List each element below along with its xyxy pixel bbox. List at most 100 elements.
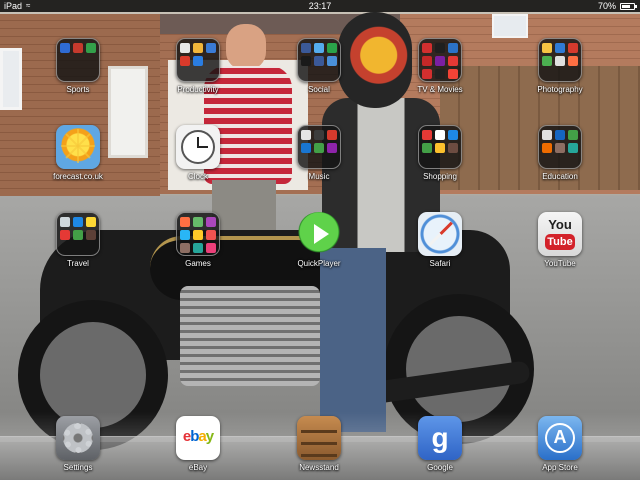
youtube-icon: You Tube: [538, 212, 582, 256]
folder-app-thumbnail: [180, 230, 190, 240]
ebay-logo-letter: y: [205, 428, 214, 445]
folder-productivity[interactable]: Productivity: [153, 38, 243, 118]
folder-travel[interactable]: Travel: [33, 212, 123, 292]
folder-app-thumbnail: [568, 130, 578, 140]
folder-social[interactable]: Social: [274, 38, 364, 118]
app-label: Google: [427, 463, 453, 472]
battery-fill: [622, 5, 630, 8]
folder-app-thumbnail: [60, 230, 70, 240]
folder-sports[interactable]: Sports: [33, 38, 123, 118]
app-label: Clock: [187, 172, 208, 181]
app-label: Photography: [537, 85, 583, 94]
folder-app-thumbnail: [542, 130, 552, 140]
app-quickplayer[interactable]: QuickPlayer: [274, 212, 364, 292]
app-label: eBay: [188, 463, 208, 472]
app-label: QuickPlayer: [297, 259, 341, 268]
folder-app-thumbnail: [568, 43, 578, 53]
folder-app-thumbnail: [327, 130, 337, 140]
education-folder-icon: [538, 125, 582, 169]
folder-app-thumbnail: [180, 43, 190, 53]
folder-app-thumbnail: [568, 56, 578, 66]
folder-app-thumbnail: [73, 43, 83, 53]
photography-folder-icon: [538, 38, 582, 82]
app-label: Productivity: [177, 85, 219, 94]
folder-app-thumbnail: [435, 43, 445, 53]
app-safari[interactable]: Safari: [395, 212, 485, 292]
folder-shopping[interactable]: Shopping: [395, 125, 485, 205]
youtube-logo-tube: Tube: [545, 234, 575, 250]
folder-app-thumbnail: [86, 43, 96, 53]
folder-app-thumbnail: [193, 43, 203, 53]
productivity-folder-icon: [176, 38, 220, 82]
status-bar: iPad ≈ 23:17 70%: [0, 0, 640, 12]
folder-app-thumbnail: [193, 243, 203, 253]
app-store-icon: A: [538, 416, 582, 460]
folder-app-thumbnail: [435, 69, 445, 79]
ebay-icon: ebay: [176, 416, 220, 460]
app-label: forecast.co.uk: [53, 172, 103, 181]
clock-icon: [176, 125, 220, 169]
folder-app-thumbnail: [206, 43, 216, 53]
folder-app-thumbnail: [448, 143, 458, 153]
folder-photography[interactable]: Photography: [515, 38, 605, 118]
app-forecast-co-uk[interactable]: forecast.co.uk: [33, 125, 123, 205]
wallpaper-window-right: [492, 14, 528, 38]
folder-app-thumbnail: [542, 43, 552, 53]
app-youtube[interactable]: You Tube YouTube: [515, 212, 605, 292]
folder-app-thumbnail: [327, 43, 337, 53]
app-label: Newsstand: [299, 463, 339, 472]
folder-app-thumbnail: [448, 43, 458, 53]
folder-app-thumbnail: [314, 130, 324, 140]
folder-app-thumbnail: [206, 243, 216, 253]
folder-app-thumbnail: [180, 217, 190, 227]
folder-app-thumbnail: [86, 217, 96, 227]
dock-app-app-store[interactable]: A App Store: [515, 416, 605, 480]
app-store-a: A: [553, 427, 567, 447]
folder-games[interactable]: Games: [153, 212, 243, 292]
ebay-logo-letter: a: [198, 428, 206, 445]
folder-app-thumbnail: [193, 230, 203, 240]
sun-weather-icon: [56, 125, 100, 169]
app-label: TV & Movies: [417, 85, 463, 94]
dock-app-ebay[interactable]: ebay eBay: [153, 416, 243, 480]
google-icon: g: [418, 416, 462, 460]
dock-app-google[interactable]: g Google: [395, 416, 485, 480]
folder-app-thumbnail: [206, 217, 216, 227]
newsstand-shelf: [301, 454, 337, 457]
folder-music[interactable]: Music: [274, 125, 364, 205]
folder-app-thumbnail: [301, 43, 311, 53]
dock-app-newsstand[interactable]: Newsstand: [274, 416, 364, 480]
music-folder-icon: [297, 125, 341, 169]
newsstand-shelf: [301, 442, 337, 445]
folder-app-thumbnail: [193, 56, 203, 66]
folder-app-thumbnail: [542, 56, 552, 66]
folder-app-thumbnail: [314, 43, 324, 53]
folder-app-thumbnail: [422, 43, 432, 53]
folder-app-thumbnail: [422, 56, 432, 66]
app-label: Music: [308, 172, 330, 181]
folder-app-thumbnail: [422, 69, 432, 79]
folder-app-thumbnail: [555, 143, 565, 153]
folder-app-thumbnail: [327, 143, 337, 153]
app-clock[interactable]: Clock: [153, 125, 243, 205]
gear-icon: [56, 416, 100, 460]
folder-app-thumbnail: [422, 130, 432, 140]
clock-time: 23:17: [308, 1, 332, 11]
folder-app-thumbnail: [542, 143, 552, 153]
sports-folder-icon: [56, 38, 100, 82]
folder-education[interactable]: Education: [515, 125, 605, 205]
folder-app-thumbnail: [448, 56, 458, 66]
folder-app-thumbnail: [301, 143, 311, 153]
folder-tv-and-movies[interactable]: TV & Movies: [395, 38, 485, 118]
folder-app-thumbnail: [448, 69, 458, 79]
folder-app-thumbnail: [73, 230, 83, 240]
folder-app-thumbnail: [435, 143, 445, 153]
games-folder-icon: [176, 212, 220, 256]
dock-app-settings[interactable]: Settings: [33, 416, 123, 480]
app-label: Settings: [63, 463, 93, 472]
folder-app-thumbnail: [60, 43, 70, 53]
gear-shape: [63, 423, 93, 453]
folder-app-thumbnail: [180, 56, 190, 66]
app-label: Games: [185, 259, 211, 268]
folder-app-thumbnail: [206, 230, 216, 240]
